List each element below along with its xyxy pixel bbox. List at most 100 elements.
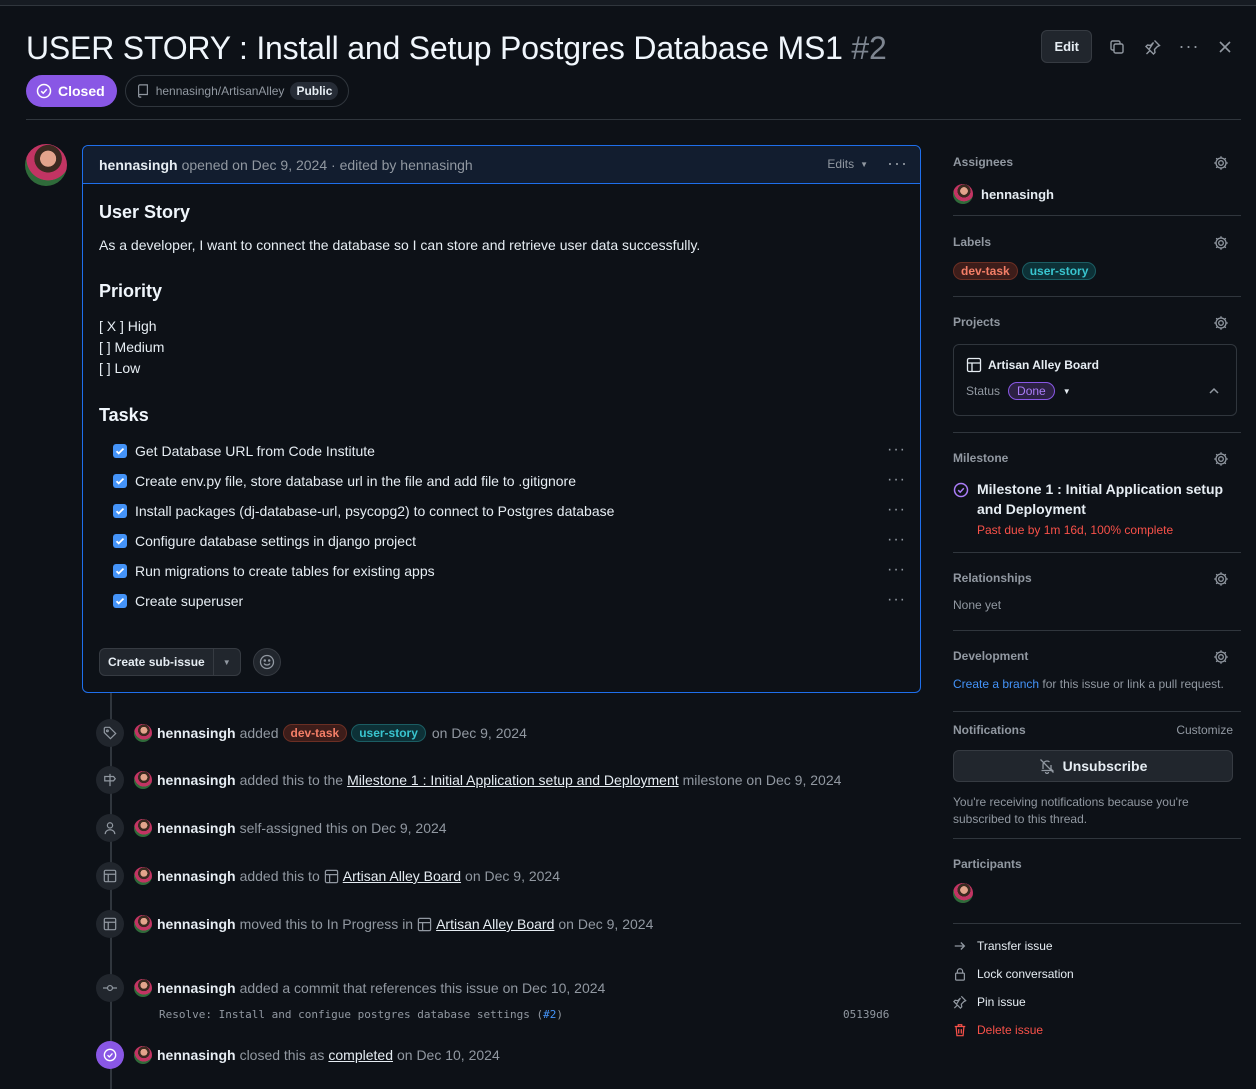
participants-title: Participants <box>953 857 1022 871</box>
state-label: Closed <box>58 83 105 99</box>
label-user-story[interactable]: user-story <box>351 724 426 742</box>
lock-conversation-label: Lock conversation <box>977 967 1074 981</box>
unsubscribe-button[interactable]: Unsubscribe <box>953 750 1233 782</box>
status-pill[interactable]: Done <box>1008 382 1055 400</box>
project-link[interactable]: Artisan Alley Board <box>343 868 461 884</box>
label-dev-task[interactable]: dev-task <box>282 724 348 742</box>
task-checkbox[interactable] <box>113 474 127 488</box>
task-checkbox[interactable] <box>113 564 127 578</box>
task-checkbox[interactable] <box>113 534 127 548</box>
sidebar-divider <box>953 552 1241 553</box>
task-item: Create env.py file, store database url i… <box>99 466 906 496</box>
pin-issue-action[interactable]: Pin issue <box>953 988 1241 1016</box>
sidebar-divider <box>953 838 1241 839</box>
project-title-row[interactable]: Artisan Alley Board <box>966 357 1224 373</box>
project-link[interactable]: Artisan Alley Board <box>436 916 554 932</box>
issue-meta: Closed hennasingh/ArtisanAlley Public <box>26 75 350 107</box>
customize-link[interactable]: Customize <box>1176 723 1233 737</box>
commit-message[interactable]: Resolve: Install and configue postgres d… <box>159 1008 563 1021</box>
comment-options-icon[interactable]: ··· <box>887 153 908 174</box>
milestone-link[interactable]: Milestone 1 : Initial Application setup … <box>347 772 679 788</box>
task-checkbox[interactable] <box>113 504 127 518</box>
project-card: Artisan Alley Board Status Done ▼ <box>953 344 1237 416</box>
participant-avatar[interactable] <box>953 883 973 903</box>
edits-dropdown[interactable]: Edits ▼ <box>827 157 868 171</box>
edit-button[interactable]: Edit <box>1041 30 1092 63</box>
avatar[interactable] <box>134 979 152 997</box>
create-sub-issue-button[interactable]: Create sub-issue <box>100 649 214 675</box>
author-avatar[interactable] <box>25 144 67 186</box>
event-user[interactable]: hennasingh <box>157 820 236 836</box>
milestone-item[interactable]: Milestone 1 : Initial Application setup … <box>953 479 1241 537</box>
sidebar-divider <box>953 711 1241 712</box>
event-user[interactable]: hennasingh <box>157 868 236 884</box>
gear-icon[interactable] <box>1213 649 1229 668</box>
task-options-icon[interactable]: ··· <box>887 591 906 609</box>
comment-author[interactable]: hennasingh <box>99 157 178 173</box>
avatar[interactable] <box>134 771 152 789</box>
task-item: Install packages (dj-database-url, psyco… <box>99 496 906 526</box>
event-text: added <box>239 725 279 741</box>
bell-slash-icon <box>1039 759 1054 774</box>
event-user[interactable]: hennasingh <box>157 916 236 932</box>
development-title: Development <box>953 649 1029 663</box>
completed-link[interactable]: completed <box>328 1047 393 1063</box>
avatar[interactable] <box>134 819 152 837</box>
pin-icon[interactable] <box>1142 36 1164 58</box>
commit-issue-ref[interactable]: #2 <box>543 1008 556 1021</box>
chevron-up-icon[interactable] <box>1208 385 1220 400</box>
close-icon[interactable] <box>1214 36 1236 58</box>
transfer-issue-action[interactable]: Transfer issue <box>953 932 1241 960</box>
label-dev-task[interactable]: dev-task <box>953 262 1018 280</box>
assignee-item[interactable]: hennasingh <box>953 184 1241 204</box>
timeline-event-project-added: hennasingh added this to Artisan Alley B… <box>96 862 560 890</box>
lock-conversation-action[interactable]: Lock conversation <box>953 960 1241 988</box>
label-user-story[interactable]: user-story <box>1021 262 1097 280</box>
assignees-title: Assignees <box>953 155 1014 169</box>
repo-pill[interactable]: hennasingh/ArtisanAlley Public <box>124 75 350 107</box>
event-user[interactable]: hennasingh <box>157 772 236 788</box>
gear-icon[interactable] <box>1213 235 1229 254</box>
repo-name: hennasingh/ArtisanAlley <box>155 84 285 98</box>
task-options-icon[interactable]: ··· <box>887 561 906 579</box>
avatar[interactable] <box>134 915 152 933</box>
create-branch-link[interactable]: Create a branch <box>953 677 1039 691</box>
avatar[interactable] <box>134 1046 152 1064</box>
gear-icon[interactable] <box>1213 451 1229 470</box>
task-checkbox[interactable] <box>113 444 127 458</box>
chevron-down-icon[interactable]: ▼ <box>214 649 240 675</box>
delete-issue-action[interactable]: Delete issue <box>953 1016 1241 1044</box>
task-options-icon[interactable]: ··· <box>887 501 906 519</box>
sidebar-development: Development Create a branch for this iss… <box>953 649 1241 691</box>
task-checkbox[interactable] <box>113 594 127 608</box>
arrow-right-icon <box>954 942 966 950</box>
task-options-icon[interactable]: ··· <box>887 531 906 549</box>
caret-down-icon[interactable]: ▼ <box>1063 387 1071 396</box>
issue-header: USER STORY : Install and Setup Postgres … <box>26 30 1236 70</box>
closed-check-icon <box>36 83 52 99</box>
notification-reason: You're receiving notifications because y… <box>953 795 1189 826</box>
pin-issue-label: Pin issue <box>977 995 1026 1009</box>
add-reaction-icon[interactable] <box>252 648 281 676</box>
avatar[interactable] <box>134 867 152 885</box>
task-options-icon[interactable]: ··· <box>887 441 906 459</box>
gear-icon[interactable] <box>1213 155 1229 174</box>
unsubscribe-label: Unsubscribe <box>1062 758 1148 774</box>
projects-title: Projects <box>953 315 1001 329</box>
more-options-icon[interactable]: ··· <box>1178 36 1200 58</box>
event-user[interactable]: hennasingh <box>157 1047 236 1063</box>
heading-tasks: Tasks <box>99 405 149 425</box>
event-user[interactable]: hennasingh <box>157 980 236 996</box>
avatar[interactable] <box>134 724 152 742</box>
event-date: milestone on Dec 9, 2024 <box>682 772 842 788</box>
event-user[interactable]: hennasingh <box>157 725 236 741</box>
person-icon <box>96 814 124 842</box>
event-date: on Dec 9, 2024 <box>558 916 654 932</box>
copy-icon[interactable] <box>1106 36 1128 58</box>
gear-icon[interactable] <box>1213 571 1229 590</box>
task-options-icon[interactable]: ··· <box>887 471 906 489</box>
commit-sha[interactable]: 05139d6 <box>843 1008 889 1021</box>
event-text: moved this to In Progress in <box>239 916 414 932</box>
gear-icon[interactable] <box>1213 315 1229 334</box>
commit-message-close: ) <box>556 1008 563 1021</box>
